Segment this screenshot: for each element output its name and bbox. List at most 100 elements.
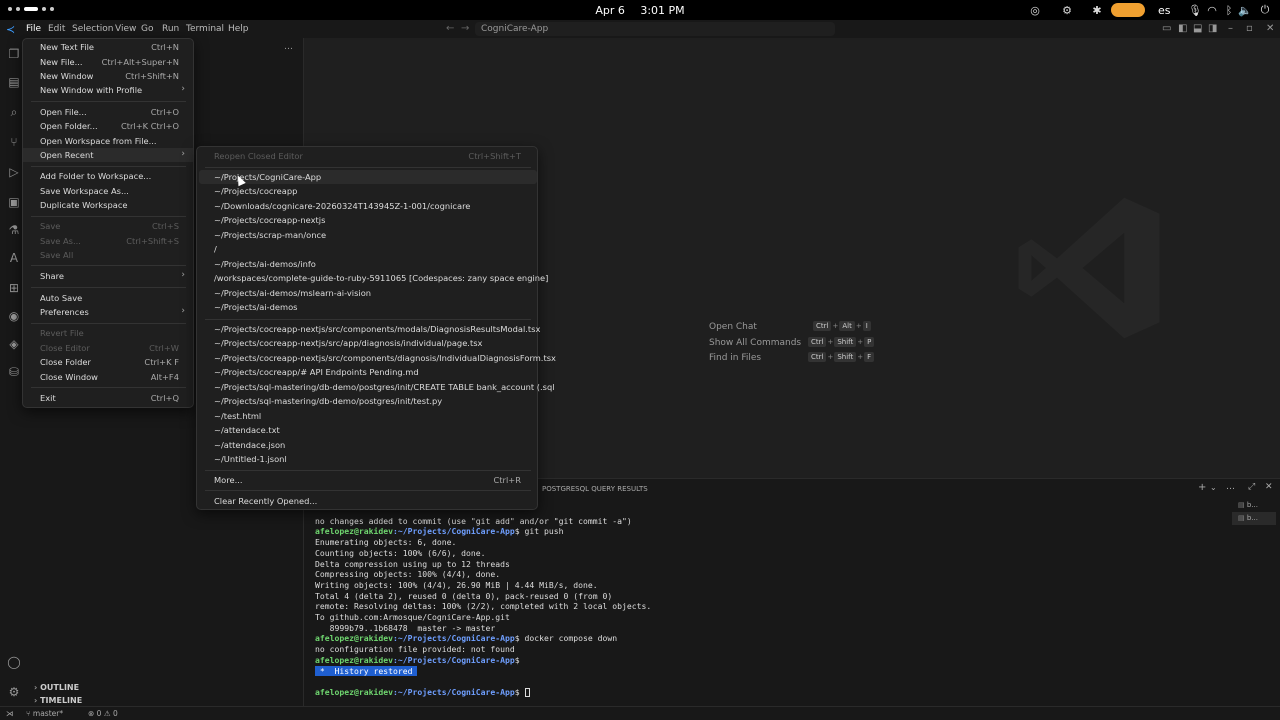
files-icon[interactable]: ▤ [6, 74, 22, 90]
extension-icon[interactable]: ✱ [1090, 3, 1104, 17]
menu-go[interactable]: Go [141, 24, 153, 34]
recent-file-item[interactable]: ~/Untitled-1.jsonl [199, 452, 537, 466]
menu-item-save-workspace-as[interactable]: Save Workspace As... [23, 184, 193, 198]
menu-item-close-editor[interactable]: Close Editor Ctrl+W [23, 341, 193, 355]
settings-gear-icon[interactable]: ⚙ [1060, 3, 1074, 17]
keyboard-language[interactable]: es [1158, 4, 1171, 17]
menu-item-open-recent[interactable]: Open Recent › [23, 148, 193, 162]
explorer-icon[interactable]: ❐ [6, 46, 22, 62]
recent-file-item[interactable]: ~/test.html [199, 409, 537, 423]
menu-item-open-file[interactable]: Open File... Ctrl+O [23, 105, 193, 119]
brave-icon[interactable]: ◎ [1028, 3, 1042, 17]
terminal-tab-2[interactable]: ▤ b... [1232, 512, 1276, 525]
more-icon[interactable]: … [1226, 482, 1235, 492]
menu-item-preferences[interactable]: Preferences › [23, 305, 193, 319]
menu-item-save-all[interactable]: Save All [23, 248, 193, 262]
menu-item-revert-file[interactable]: Revert File [23, 326, 193, 340]
remote-indicator-icon[interactable]: ⋊ [6, 709, 14, 718]
docker-icon[interactable]: ◈ [6, 336, 22, 352]
search-icon[interactable]: ⌕ [6, 104, 22, 120]
github-icon[interactable]: ◉ [6, 308, 22, 324]
menu-view[interactable]: View [115, 24, 136, 34]
recent-file-item[interactable]: ~/Projects/cocreapp-nextjs/src/component… [199, 322, 540, 336]
toggle-secondary-sidebar-icon[interactable]: ◨ [1208, 23, 1217, 34]
recent-folder-item[interactable]: ~/Projects/cocreapp-nextjs [199, 213, 537, 227]
menu-selection[interactable]: Selection [72, 24, 113, 34]
branch-indicator[interactable]: ⑂ master* [26, 709, 63, 718]
microphone-icon[interactable]: 🎙 [1188, 3, 1202, 17]
menu-run[interactable]: Run [162, 24, 179, 34]
timeline-section[interactable]: › TIMELINE [34, 696, 82, 705]
recent-folder-item[interactable]: /workspaces/complete-guide-to-ruby-59110… [199, 271, 548, 285]
testing-icon[interactable]: ⚗ [6, 222, 22, 238]
new-terminal-icon[interactable]: + [1198, 482, 1206, 493]
recent-folder-item[interactable]: ~/Projects/CogniCare-App [199, 170, 537, 184]
menu-help[interactable]: Help [228, 24, 249, 34]
menu-item-exit[interactable]: Exit Ctrl+Q [23, 391, 193, 405]
menu-item-save-as[interactable]: Save As... Ctrl+Shift+S [23, 234, 193, 248]
forward-arrow-icon[interactable]: → [461, 23, 469, 34]
bluetooth-icon[interactable]: ᛒ [1222, 3, 1236, 17]
menu-item-more[interactable]: More... Ctrl+R [199, 473, 537, 487]
recent-folder-item[interactable]: ~/Projects/ai-demos/mslearn-ai-vision [199, 286, 537, 300]
recent-file-item[interactable]: ~/attendace.txt [199, 423, 537, 437]
extensions-icon[interactable]: ⊞ [6, 280, 22, 296]
menu-item-new-text-file[interactable]: New Text File Ctrl+N [23, 40, 193, 54]
recent-file-item[interactable]: ~/Projects/sql-mastering/db-demo/postgre… [199, 394, 537, 408]
maximize-panel-icon[interactable]: ⤢ [1248, 482, 1255, 492]
menu-item-duplicate-workspace[interactable]: Duplicate Workspace [23, 198, 193, 212]
database-icon[interactable]: ⛁ [6, 364, 22, 380]
recent-folder-item[interactable]: / [199, 242, 537, 256]
back-arrow-icon[interactable]: ← [446, 23, 454, 34]
terminal-tab-1[interactable]: ▤ b... [1232, 499, 1276, 512]
menu-edit[interactable]: Edit [48, 24, 65, 34]
layout-icon[interactable]: ▭ [1162, 23, 1171, 34]
account-icon[interactable]: ◯ [6, 654, 22, 670]
recent-file-item[interactable]: ~/Projects/cocreapp/# API Endpoints Pend… [199, 365, 537, 379]
recent-folder-item[interactable]: ~/Projects/ai-demos/info [199, 257, 537, 271]
recent-file-item[interactable]: ~/Projects/cocreapp-nextjs/src/app/diagn… [199, 336, 537, 350]
source-control-icon[interactable]: ⑂ [6, 134, 22, 150]
recent-folder-item[interactable]: ~/Downloads/cognicare-20260324T143945Z-1… [199, 199, 537, 213]
terminal-active-prompt[interactable]: afelopez@rakidev:~/Projects/CogniCare-Ap… [315, 687, 1215, 698]
menu-item-open-folder[interactable]: Open Folder... Ctrl+K Ctrl+O [23, 119, 193, 133]
menu-item-close-window[interactable]: Close Window Alt+F4 [23, 370, 193, 384]
remote-explorer-icon[interactable]: ▣ [6, 194, 22, 210]
problems-indicator[interactable]: ⊗ 0 ⚠ 0 [88, 709, 118, 718]
recent-folder-item[interactable]: ~/Projects/scrap-man/once [199, 228, 537, 242]
menu-item-open-workspace[interactable]: Open Workspace from File... [23, 134, 193, 148]
menu-terminal[interactable]: Terminal [186, 24, 224, 34]
more-actions-icon[interactable]: … [284, 42, 293, 52]
maximize-icon[interactable]: ▫ [1246, 23, 1253, 34]
menu-item-close-folder[interactable]: Close Folder Ctrl+K F [23, 355, 193, 369]
recent-file-item[interactable]: ~/Projects/sql-mastering/db-demo/postgre… [199, 380, 555, 394]
terminal-dropdown-icon[interactable]: ⌄ [1210, 483, 1217, 492]
menu-item-new-window[interactable]: New Window Ctrl+Shift+N [23, 69, 193, 83]
recent-file-item[interactable]: ~/attendace.json [199, 438, 537, 452]
recent-folder-item[interactable]: ~/Projects/cocreapp [199, 184, 537, 198]
menu-item-clear-recent[interactable]: Clear Recently Opened... [199, 494, 537, 508]
menu-item-add-folder[interactable]: Add Folder to Workspace... [23, 169, 193, 183]
clock[interactable]: Apr 6 3:01 PM [0, 4, 1280, 17]
close-window-icon[interactable]: ✕ [1266, 23, 1274, 34]
menu-item-new-file[interactable]: New File... Ctrl+Alt+Super+N [23, 55, 193, 69]
menu-file[interactable]: File [26, 24, 41, 34]
run-debug-icon[interactable]: ▷ [6, 164, 22, 180]
recent-file-item[interactable]: ~/Projects/cocreapp-nextjs/src/component… [199, 351, 556, 365]
volume-icon[interactable]: 🔈 [1238, 3, 1252, 17]
toggle-sidebar-icon[interactable]: ◧ [1178, 23, 1187, 34]
minimize-icon[interactable]: – [1228, 23, 1233, 34]
outline-section[interactable]: › OUTLINE [34, 683, 79, 692]
close-panel-icon[interactable]: ✕ [1265, 482, 1273, 492]
menu-item-new-window-profile[interactable]: New Window with Profile › [23, 83, 193, 97]
manage-gear-icon[interactable]: ⚙ [6, 684, 22, 700]
status-indicator[interactable] [1111, 3, 1145, 17]
recent-folder-item[interactable]: ~/Projects/ai-demos [199, 300, 537, 314]
wifi-icon[interactable]: ◠ [1205, 3, 1219, 17]
toggle-panel-icon[interactable]: ⬓ [1193, 23, 1202, 34]
azure-icon[interactable]: A [6, 250, 22, 266]
command-center[interactable]: CogniCare-App [475, 22, 835, 36]
menu-item-reopen-closed-editor[interactable]: Reopen Closed Editor Ctrl+Shift+T [199, 149, 537, 163]
power-icon[interactable]: ⏻ [1258, 3, 1272, 17]
terminal-output[interactable]: modified: package-lock.jsonno changes ad… [315, 496, 1215, 698]
